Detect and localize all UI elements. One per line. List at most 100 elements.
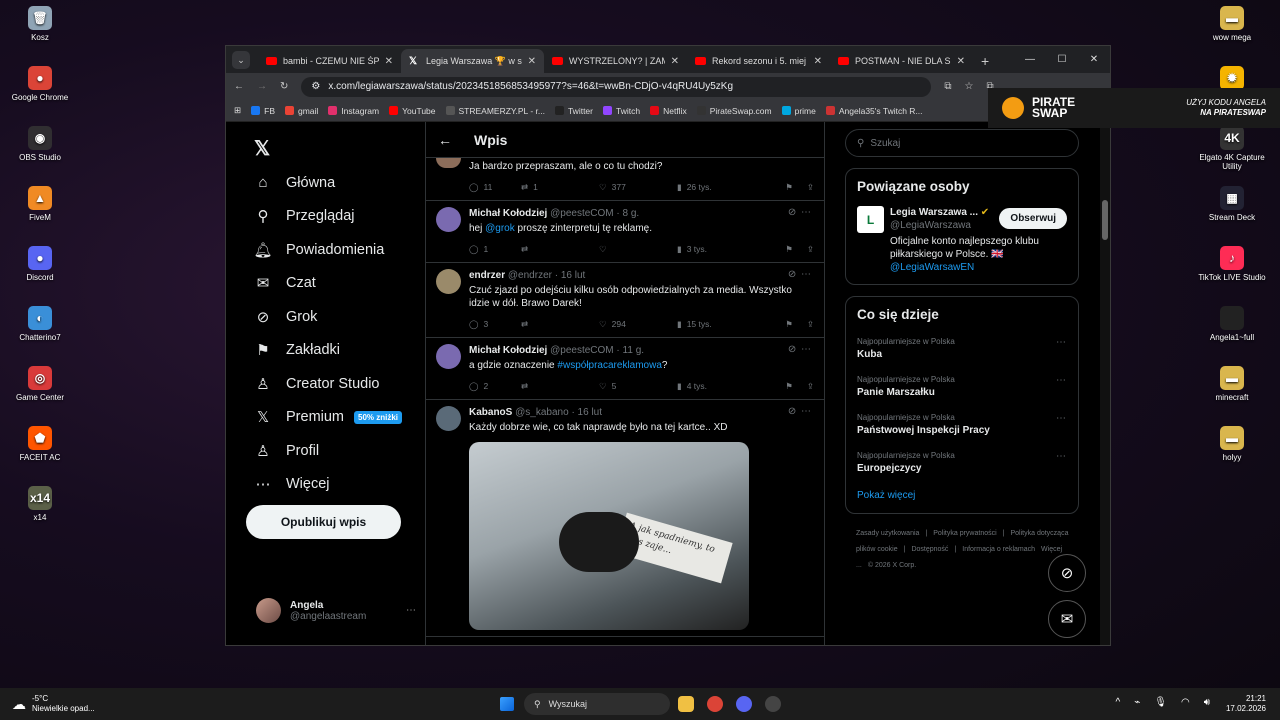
nav-item-premium[interactable]: 𝕏 Premium 50% zniżki <box>254 401 426 435</box>
nav-item-profile[interactable]: ♙ Profil <box>254 434 426 468</box>
trend-item[interactable]: Najpopularniejsze w Polska Państwowej Ins… <box>857 413 1067 436</box>
nav-item-grok[interactable]: ⊘ Grok <box>254 300 426 334</box>
reply-post[interactable]: Michał Kołodziej @peesteCOM · 11 g. a gdz… <box>426 338 824 400</box>
reply-button[interactable]: ◯ 1 <box>469 243 521 256</box>
views-button[interactable]: ▮ 26 tys. <box>677 181 761 194</box>
footer-link[interactable]: © 2026 X Corp. <box>868 562 916 569</box>
tab-search-button[interactable]: ⌄ <box>232 51 250 69</box>
back-arrow-icon[interactable]: ← <box>438 132 452 148</box>
retweet-button[interactable]: ⇄ 1 <box>521 181 599 194</box>
nav-item-explore[interactable]: ⚲ Przeglądaj <box>254 200 426 234</box>
bookmark-item[interactable]: STREAMERZY.PL - r... <box>445 106 545 116</box>
post-time[interactable]: · 16 lut <box>571 407 602 418</box>
clock[interactable]: 21:21 17.02.2026 <box>1226 694 1266 714</box>
trend-more-icon[interactable]: ⋯ <box>1056 451 1067 462</box>
post-more-icon[interactable]: ⊘ ⋯ <box>788 207 812 218</box>
forward-icon[interactable]: → <box>257 81 267 92</box>
author-name[interactable]: Michał Kołodziej <box>469 208 547 219</box>
related-bio-link[interactable]: @LegiaWarsawEN <box>890 261 1067 274</box>
desktop-icon[interactable]: Angela1~full <box>1192 306 1272 342</box>
tray-chevron-icon[interactable]: ^ <box>1116 697 1121 708</box>
desktop-icon[interactable]: ▲ FiveM <box>0 186 80 222</box>
network-icon[interactable]: ⌁ <box>1134 697 1140 708</box>
author-handle[interactable]: @endrzer <box>508 270 552 281</box>
desktop-icon[interactable]: x14 x14 <box>0 486 80 522</box>
bookmark-item[interactable]: Instagram <box>328 106 379 116</box>
related-name[interactable]: Legia Warszawa ... <box>890 207 978 218</box>
browser-tab[interactable]: POSTMAN - NIE DLA SIANA ✕ <box>830 49 973 73</box>
file-explorer-icon[interactable] <box>678 696 694 712</box>
bookmark-item[interactable]: FB <box>251 106 275 116</box>
desktop-icon[interactable]: ◎ Game Center <box>0 366 80 402</box>
nav-item-home[interactable]: ⌂ Główna <box>254 166 426 200</box>
browser-tab[interactable]: WYSTRZELONY? | ZAMKNI ✕ <box>544 49 687 73</box>
post-link[interactable]: #współpracareklamowa <box>557 360 662 371</box>
reload-icon[interactable]: ↻ <box>280 81 288 92</box>
desktop-icon[interactable]: 4K Elgato 4K Capture Utility <box>1192 126 1272 171</box>
start-button[interactable] <box>500 697 514 711</box>
bookmark-item[interactable]: Netflix <box>650 106 687 116</box>
mic-icon[interactable]: 🎙︎ <box>1154 697 1167 708</box>
bookmark-item[interactable]: YouTube <box>389 106 436 116</box>
bookmark-item[interactable]: PirateSwap.com <box>696 106 772 116</box>
post-time[interactable]: · 8 g. <box>616 208 639 219</box>
weather-widget[interactable]: ☁ -5°C Niewielkie opad... <box>12 694 95 714</box>
grok-fab-button[interactable]: ⊘ <box>1048 554 1086 592</box>
browser-tab[interactable]: 𝕏 Legia Warszawa 🏆 w serw ✕ <box>401 49 544 73</box>
tab-close-icon[interactable]: ✕ <box>957 56 965 67</box>
footer-link[interactable]: Informacja o reklamach <box>962 546 1035 553</box>
post-image[interactable]: A jak spadniemy, to was zaje... <box>469 442 749 630</box>
chrome-icon[interactable] <box>707 696 723 712</box>
post-more-icon[interactable]: ⊘ ⋯ <box>788 406 812 417</box>
taskbar-search[interactable]: ⚲ Wyszukaj <box>524 693 670 715</box>
bookmark-icon[interactable]: ⚑ <box>785 318 793 331</box>
author-name[interactable]: Michał Kołodziej <box>469 345 547 356</box>
bookmark-star-icon[interactable]: ☆ <box>965 81 974 92</box>
reply-post[interactable]: endrzer @endrzer · 16 lut Czuć zjazd po o… <box>426 263 824 338</box>
author-name[interactable]: KabanoS <box>469 407 512 418</box>
reply-post[interactable]: KabanoS @s_kabano · 16 lut Każdy dobrze w… <box>426 400 824 637</box>
desktop-icon[interactable]: ▬ wow mega <box>1192 6 1272 42</box>
bookmark-icon[interactable]: ⚑ <box>785 380 793 393</box>
footer-link[interactable]: Zasady użytkowania <box>856 530 919 537</box>
browser-tab[interactable]: bambi - CZEMU NIE ŚPISZ ✕ <box>258 49 401 73</box>
retweet-button[interactable]: ⇄ <box>521 318 599 331</box>
nav-item-notifications[interactable]: 🔔︎ Powiadomienia <box>253 233 426 267</box>
share-icon[interactable]: ⇪ <box>807 243 814 256</box>
maximize-button[interactable]: ☐ <box>1046 46 1078 73</box>
desktop-icon[interactable]: ● Google Chrome <box>0 66 80 102</box>
reply-post[interactable]: Ja bardzo przepraszam, ale o co tu chodz… <box>426 158 824 201</box>
share-icon[interactable]: ⇪ <box>807 181 814 194</box>
tab-close-icon[interactable]: ✕ <box>385 56 393 67</box>
desktop-icon[interactable]: 🗑 Kosz <box>0 6 80 42</box>
discord-icon[interactable] <box>736 696 752 712</box>
author-name[interactable]: endrzer <box>469 270 505 281</box>
like-button[interactable]: ♡ 5 <box>599 380 677 393</box>
post-time[interactable]: · 16 lut <box>555 270 586 281</box>
tab-close-icon[interactable]: ✕ <box>528 56 536 67</box>
minimize-button[interactable]: — <box>1014 46 1046 73</box>
bookmark-icon[interactable]: ⚑ <box>785 243 793 256</box>
bookmark-item[interactable]: Twitter <box>554 106 593 116</box>
x-logo-icon[interactable]: 𝕏 <box>246 130 426 166</box>
account-switcher[interactable]: Angela @angelaastream ⋯ <box>256 598 416 623</box>
desktop-icon[interactable]: ● Discord <box>0 246 80 282</box>
nav-item-creator-studio[interactable]: ♙ Creator Studio <box>254 367 426 401</box>
reply-button[interactable]: ◯ 11 <box>469 181 521 194</box>
messages-fab-button[interactable]: ✉ <box>1048 600 1086 638</box>
like-button[interactable]: ♡ 294 <box>599 318 677 331</box>
url-field[interactable]: ⚙ x.com/legiawarszawa/status/20234518568… <box>301 76 932 97</box>
author-handle[interactable]: @s_kabano <box>515 407 569 418</box>
reply-button[interactable]: ◯ 2 <box>469 380 521 393</box>
views-button[interactable]: ▮ 4 tys. <box>677 380 761 393</box>
desktop-icon[interactable]: ◉ OBS Studio <box>0 126 80 162</box>
browser-tab[interactable]: Rekord sezonu i 5. miej ✕ <box>687 49 830 73</box>
bookmark-item[interactable]: prime <box>781 106 816 116</box>
share-icon[interactable]: ⇪ <box>807 380 814 393</box>
footer-link[interactable]: Polityka prywatności <box>933 530 996 537</box>
post-time[interactable]: · 11 g. <box>616 345 644 356</box>
bookmark-item[interactable]: gmail <box>285 106 318 116</box>
trend-item[interactable]: Najpopularniejsze w Polska Panie Marszałk… <box>857 375 1067 398</box>
views-button[interactable]: ▮ 15 tys. <box>677 318 761 331</box>
retweet-button[interactable]: ⇄ <box>521 380 599 393</box>
